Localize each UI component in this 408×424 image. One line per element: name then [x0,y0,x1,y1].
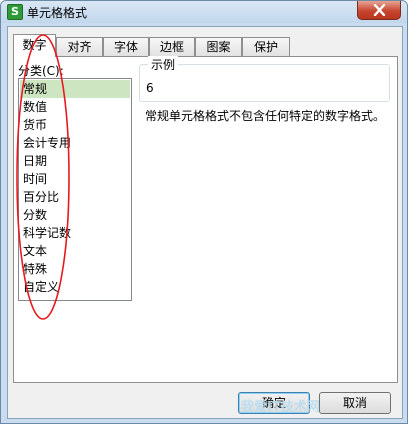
category-item-time[interactable]: 时间 [20,170,130,188]
tab-pattern[interactable]: 图案 [195,37,242,56]
category-listbox[interactable]: 常规 数值 货币 会计专用 日期 时间 百分比 分数 科学记数 文本 特殊 自定… [18,78,132,301]
sample-legend: 示例 [148,56,179,73]
title-bar[interactable]: S 单元格格式 [1,1,407,23]
tab-protection[interactable]: 保护 [242,37,290,56]
category-item-percentage[interactable]: 百分比 [20,188,130,206]
format-cells-dialog: S 单元格格式 数字 对齐 字体 边框 图案 保护 分类(C): 常规 数值 货… [0,0,408,424]
sample-value: 6 [146,81,154,95]
number-tab-panel: 分类(C): 常规 数值 货币 会计专用 日期 时间 百分比 分数 科学记数 文… [13,56,398,383]
category-item-date[interactable]: 日期 [20,152,130,170]
category-item-number[interactable]: 数值 [20,98,130,116]
tab-number[interactable]: 数字 [13,34,56,57]
category-item-fraction[interactable]: 分数 [20,206,130,224]
ok-button[interactable]: 确定 [238,392,310,414]
spreadsheet-app-icon: S [7,4,23,20]
category-item-custom[interactable]: 自定义 [20,278,130,296]
dialog-body: 数字 对齐 字体 边框 图案 保护 分类(C): 常规 数值 货币 会计专用 日… [7,26,403,419]
close-button[interactable] [357,1,401,20]
category-item-general[interactable]: 常规 [20,80,130,98]
category-item-special[interactable]: 特殊 [20,260,130,278]
tab-font[interactable]: 字体 [103,37,149,56]
tab-alignment[interactable]: 对齐 [56,37,103,56]
category-item-accounting[interactable]: 会计专用 [20,134,130,152]
dialog-title: 单元格格式 [27,6,88,20]
category-item-currency[interactable]: 货币 [20,116,130,134]
close-icon [373,4,386,16]
format-description: 常规单元格格式不包含任何特定的数字格式。 [145,109,386,123]
category-item-text[interactable]: 文本 [20,242,130,260]
cancel-button[interactable]: 取消 [319,392,391,414]
tab-border[interactable]: 边框 [149,37,195,56]
sample-group: 示例 6 [139,56,390,102]
category-item-scientific[interactable]: 科学记数 [20,224,130,242]
category-label: 分类(C): [18,64,64,78]
